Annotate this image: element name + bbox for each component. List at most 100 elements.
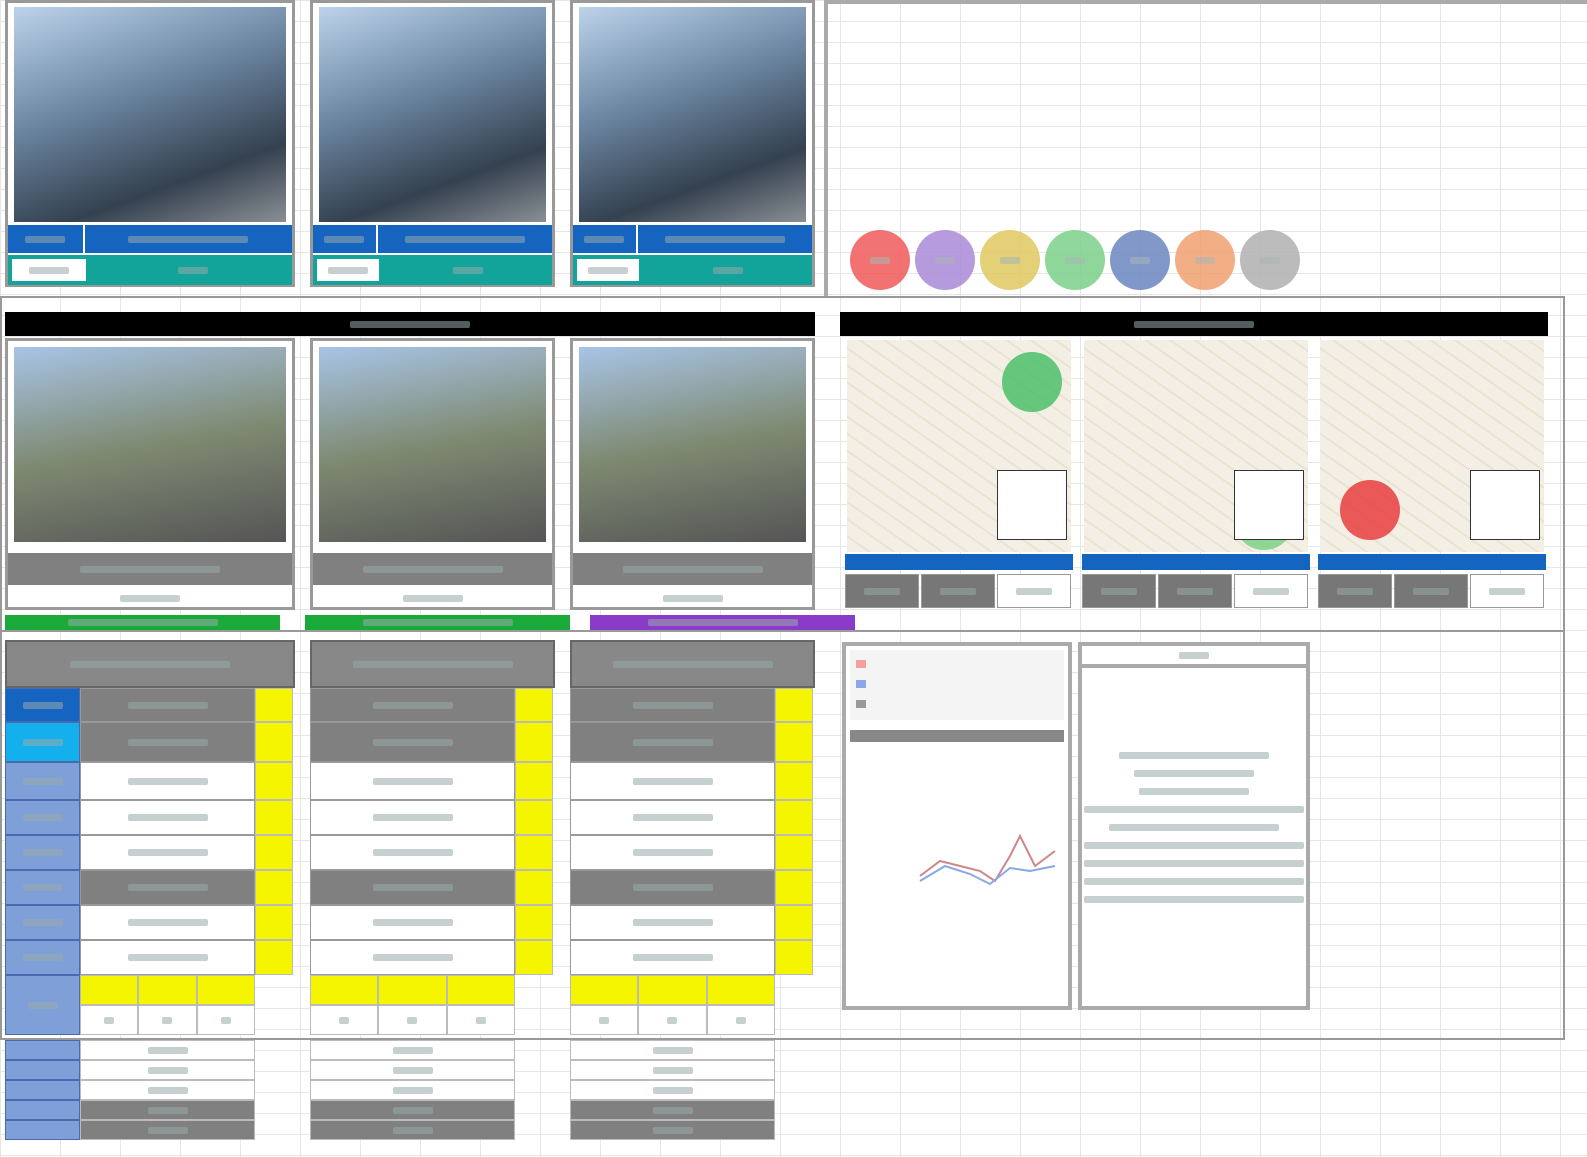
score-cell[interactable] xyxy=(775,870,813,905)
notes-line xyxy=(1082,784,1306,798)
score-cell[interactable] xyxy=(515,688,553,722)
nearby-photo-card[interactable] xyxy=(5,338,295,610)
map-image[interactable] xyxy=(1320,340,1544,552)
text-placeholder xyxy=(22,777,63,785)
score-cell[interactable] xyxy=(775,940,813,975)
score-cell[interactable] xyxy=(775,688,813,722)
text-placeholder xyxy=(162,1016,173,1024)
address-cell xyxy=(378,225,552,253)
score-cell[interactable] xyxy=(255,762,293,800)
text-placeholder xyxy=(632,954,713,961)
notes-line xyxy=(1082,820,1306,834)
text-placeholder xyxy=(350,320,470,328)
status-cell[interactable] xyxy=(645,255,812,285)
rating-cell[interactable] xyxy=(570,975,639,1005)
map-image[interactable] xyxy=(1084,340,1308,552)
score-cell[interactable] xyxy=(515,762,553,800)
text-placeholder xyxy=(67,619,218,626)
rating-cell[interactable] xyxy=(310,975,379,1005)
text-placeholder xyxy=(127,777,208,785)
map-image[interactable] xyxy=(847,340,1071,552)
rating-cell[interactable] xyxy=(638,975,707,1005)
text-placeholder xyxy=(713,266,744,274)
property-photo-card[interactable] xyxy=(310,0,555,287)
rating-cell[interactable] xyxy=(446,975,515,1005)
text-placeholder xyxy=(1253,587,1289,595)
score-cell[interactable] xyxy=(775,800,813,835)
price-cell xyxy=(317,259,380,281)
score-cell[interactable] xyxy=(255,905,293,940)
row-value xyxy=(310,688,515,722)
score-cell[interactable] xyxy=(515,940,553,975)
text-placeholder xyxy=(128,235,249,243)
category-strip xyxy=(305,615,570,630)
map-card[interactable] xyxy=(845,338,1073,610)
map-info-bar xyxy=(845,554,1073,570)
score-cell[interactable] xyxy=(775,835,813,870)
summary-value xyxy=(310,1080,515,1100)
table-title xyxy=(5,640,295,688)
map-info-cell xyxy=(1470,574,1544,608)
text-placeholder xyxy=(372,738,453,746)
summary-value xyxy=(310,1120,515,1140)
map-marker xyxy=(1340,480,1400,540)
score-cell[interactable] xyxy=(255,940,293,975)
score-cell[interactable] xyxy=(775,762,813,800)
legend-circle xyxy=(915,230,975,290)
row-label xyxy=(5,835,80,870)
row-label xyxy=(5,870,80,905)
address-bar xyxy=(313,225,552,253)
text-placeholder xyxy=(147,1066,188,1074)
score-cell[interactable] xyxy=(515,835,553,870)
status-cell[interactable] xyxy=(385,255,552,285)
text-placeholder xyxy=(1000,256,1020,264)
score-cell[interactable] xyxy=(255,688,293,722)
score-cell[interactable] xyxy=(255,870,293,905)
text-placeholder xyxy=(25,235,66,243)
status-cell[interactable] xyxy=(93,255,292,285)
rating-cell[interactable] xyxy=(378,975,447,1005)
row-label xyxy=(5,1120,80,1140)
row-label xyxy=(5,1040,80,1060)
property-photo-card[interactable] xyxy=(570,0,815,287)
score-cell[interactable] xyxy=(255,835,293,870)
text-placeholder xyxy=(1179,651,1209,659)
legend-swatch xyxy=(856,700,866,708)
chart-title-bar xyxy=(850,730,1064,742)
row-value xyxy=(570,762,775,800)
score-cell[interactable] xyxy=(775,722,813,762)
score-cell[interactable] xyxy=(515,722,553,762)
score-cell[interactable] xyxy=(255,722,293,762)
row-value xyxy=(310,722,515,762)
text-placeholder xyxy=(1084,805,1304,813)
row-value xyxy=(80,940,255,975)
rating-cell[interactable] xyxy=(138,975,197,1005)
notes-line xyxy=(1082,838,1306,852)
map-info-cell xyxy=(1234,574,1308,608)
rating-cell[interactable] xyxy=(80,975,139,1005)
rating-cell[interactable] xyxy=(196,975,255,1005)
text-placeholder xyxy=(127,919,208,926)
nearby-photo-card[interactable] xyxy=(570,338,815,610)
text-placeholder xyxy=(372,701,453,709)
notes-line xyxy=(1082,748,1306,762)
score-cell[interactable] xyxy=(515,800,553,835)
score-cell[interactable] xyxy=(255,800,293,835)
score-cell[interactable] xyxy=(775,905,813,940)
address-bar xyxy=(573,225,812,253)
rating-cell[interactable] xyxy=(706,975,775,1005)
street-photo xyxy=(14,347,286,542)
score-cell[interactable] xyxy=(515,905,553,940)
map-card[interactable] xyxy=(1318,338,1546,610)
map-card[interactable] xyxy=(1082,338,1310,610)
text-placeholder xyxy=(22,738,63,746)
building-photo xyxy=(579,7,806,222)
text-placeholder xyxy=(22,954,63,961)
section-header-left xyxy=(5,312,815,336)
nearby-photo-card[interactable] xyxy=(310,338,555,610)
text-placeholder xyxy=(372,954,453,961)
text-placeholder xyxy=(372,814,453,821)
text-placeholder xyxy=(588,266,629,274)
score-cell[interactable] xyxy=(515,870,553,905)
property-photo-card[interactable] xyxy=(5,0,295,287)
